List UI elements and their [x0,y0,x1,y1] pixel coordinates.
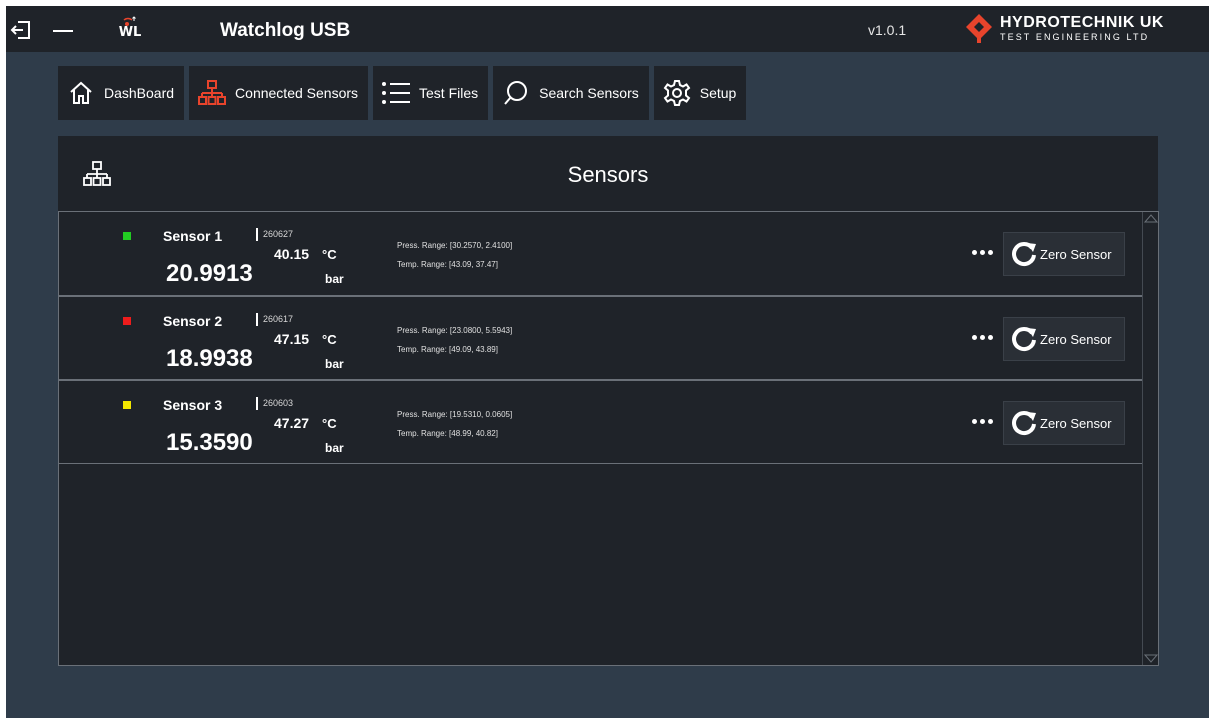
sensor-pressure: 20.9913 [166,260,253,287]
sensor-pressure: 15.3590 [166,429,253,456]
search-icon [499,76,533,110]
zero-sensor-label: Zero Sensor [1040,331,1112,347]
separator [256,397,258,410]
sensor-row[interactable]: Sensor 3 260603 47.27 °C 15.3590 bar Pre… [59,380,1143,464]
zero-sensor-label: Zero Sensor [1040,246,1112,262]
sensor-temperature: 40.15 [274,246,310,262]
sensor-serial: 260617 [263,314,294,324]
scrollbar[interactable] [1142,212,1158,665]
scroll-down-icon[interactable] [1144,654,1158,664]
zero-sensor-button[interactable]: Zero Sensor [1003,317,1125,361]
nav-connected-sensors-button[interactable]: Connected Sensors [189,66,369,120]
zero-sensor-button[interactable]: Zero Sensor [1003,232,1125,276]
hydrotechnik-logo-icon [966,14,992,43]
temperature-range: Temp. Range: [43.09, 37.47] [397,260,498,269]
brand-logo: HYDROTECHNIK UK TEST ENGINEERING LTD [964,10,1164,46]
more-options-button[interactable] [965,413,999,429]
sensor-pressure: 18.9938 [166,345,253,372]
sensor-temperature: 47.27 [274,415,310,431]
app-window: WL Watchlog USB v1.0.1 HYDROTECHNIK UK T… [6,6,1209,718]
refresh-icon [1010,240,1038,268]
temperature-unit: °C [322,416,337,431]
sensor-name: Sensor 1 [163,228,223,244]
pressure-range: Press. Range: [19.5310, 0.0605] [397,410,513,419]
exit-icon[interactable] [8,17,34,43]
separator [256,313,258,326]
list-icon [379,76,413,110]
app-title: Watchlog USB [220,20,351,41]
home-icon [64,76,98,110]
sensor-temperature: 47.15 [274,331,310,347]
sensor-name: Sensor 2 [163,313,223,329]
nav-connected-sensors-label: Connected Sensors [235,85,359,101]
nav-search-sensors-label: Search Sensors [539,85,639,101]
zero-sensor-button[interactable]: Zero Sensor [1003,401,1125,445]
sensor-list[interactable]: Sensor 1 260627 40.15 °C 20.9913 bar Pre… [58,211,1159,666]
sensor-row[interactable]: Sensor 1 260627 40.15 °C 20.9913 bar Pre… [59,212,1143,296]
refresh-icon [1010,409,1038,437]
refresh-icon [1010,325,1038,353]
pressure-unit: bar [325,272,344,286]
nav-test-files-label: Test Files [419,85,479,101]
pressure-range: Press. Range: [23.0800, 5.5943] [397,326,513,335]
temperature-unit: °C [322,332,337,347]
title-bar: WL Watchlog USB v1.0.1 HYDROTECHNIK UK T… [6,6,1209,52]
gear-icon [660,76,694,110]
logo-text: WL [118,25,142,40]
status-indicator [123,317,131,325]
main-nav: DashBoard Connected Sensors Test Files S… [58,66,747,120]
separator [256,228,258,241]
sensor-row[interactable]: Sensor 2 260617 47.15 °C 18.9938 bar Pre… [59,296,1143,380]
status-indicator [123,232,131,240]
nav-setup-label: Setup [699,85,737,101]
minimize-icon[interactable] [52,20,74,42]
sensors-panel-header: Sensors [58,136,1158,211]
pressure-unit: bar [325,357,344,371]
more-options-button[interactable] [965,244,999,260]
status-indicator [123,401,131,409]
temperature-range: Temp. Range: [48.99, 40.82] [397,429,498,438]
brand-subtitle: TEST ENGINEERING LTD [1000,31,1150,42]
temperature-unit: °C [322,247,337,262]
version-label: v1.0.1 [868,22,907,38]
brand-name: HYDROTECHNIK UK [1000,13,1164,31]
nav-search-sensors-button[interactable]: Search Sensors [493,66,649,120]
zero-sensor-label: Zero Sensor [1040,415,1112,431]
pressure-range: Press. Range: [30.2570, 2.4100] [397,241,513,250]
pressure-unit: bar [325,441,344,455]
nav-dashboard-label: DashBoard [104,85,175,101]
scroll-up-icon[interactable] [1144,213,1158,223]
sensor-serial: 260627 [263,229,294,239]
nav-setup-button[interactable]: Setup [653,66,747,120]
sensor-name: Sensor 3 [163,397,223,413]
app-logo: WL [114,12,146,42]
panel-title: Sensors [567,162,649,187]
more-options-button[interactable] [965,329,999,345]
sensor-serial: 260603 [263,398,294,408]
network-icon [195,76,229,110]
nav-test-files-button[interactable]: Test Files [373,66,489,120]
temperature-range: Temp. Range: [49.09, 43.89] [397,345,498,354]
nav-dashboard-button[interactable]: DashBoard [58,66,185,120]
